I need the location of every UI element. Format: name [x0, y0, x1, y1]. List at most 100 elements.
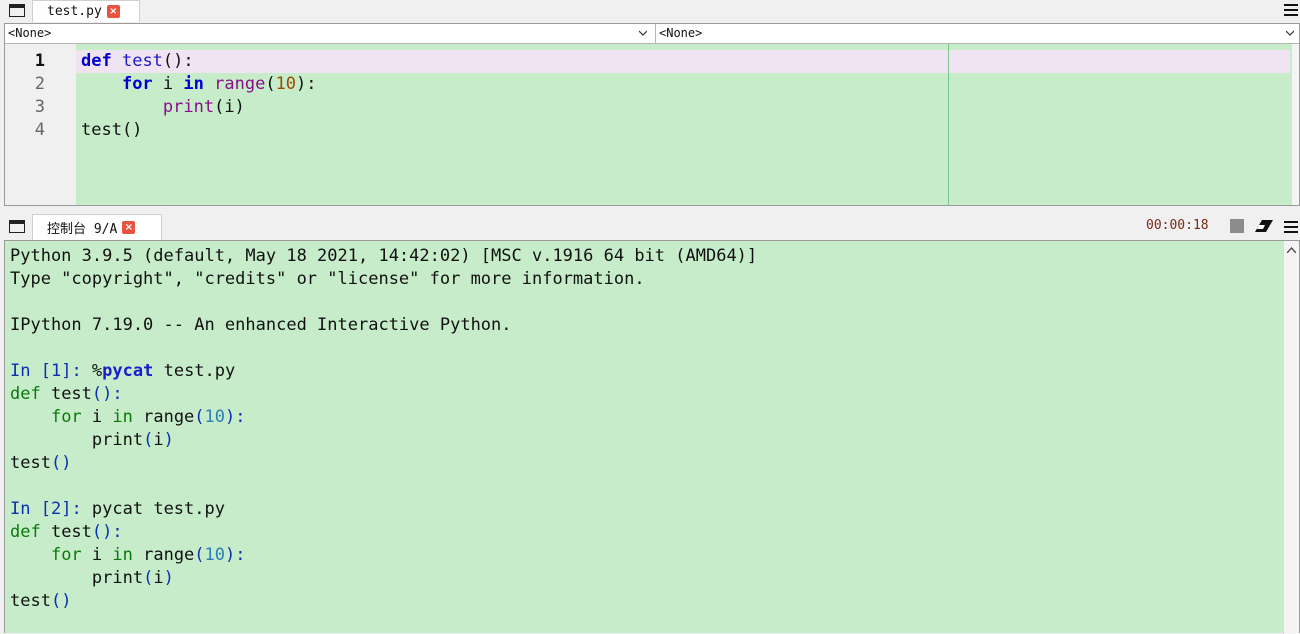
code-token: in	[112, 407, 133, 427]
code-token: test	[40, 522, 92, 542]
code-token: 10	[204, 407, 226, 427]
code-token: def	[10, 522, 41, 542]
code-line: def test():	[81, 50, 194, 73]
code-token: in	[112, 545, 133, 565]
code-token: print	[10, 430, 144, 450]
line-number: 3	[34, 97, 45, 117]
edge-line-marker	[948, 44, 949, 205]
code-token: 2	[50, 499, 62, 519]
code-line: test()	[81, 119, 142, 142]
console-line: IPython 7.19.0 -- An enhanced Interactiv…	[10, 314, 512, 337]
close-icon[interactable]: ×	[106, 5, 120, 18]
pane-toggle-icon[interactable]	[9, 220, 25, 233]
hamburger-menu-icon[interactable]	[1284, 4, 1298, 16]
line-number: 2	[34, 74, 45, 94]
console-line: test()	[10, 452, 71, 475]
code-token: (	[143, 568, 154, 588]
code-token: (	[194, 407, 205, 427]
code-token: i	[152, 74, 184, 94]
code-token: %	[91, 361, 103, 381]
pane-toggle-icon[interactable]	[9, 4, 25, 17]
class-combo-value: <None>	[8, 26, 52, 40]
code-token: print	[10, 568, 144, 588]
console-line: def test():	[10, 521, 123, 544]
code-token: def	[81, 51, 112, 71]
elapsed-time: 00:00:18	[1146, 218, 1209, 233]
code-token: (	[143, 430, 154, 450]
code-token: (i)	[214, 97, 245, 117]
code-token: ():	[91, 522, 123, 542]
code-token: Type "copyright", "credits" or "license"…	[10, 269, 645, 289]
console-line: Type "copyright", "credits" or "license"…	[10, 268, 645, 291]
code-token: test	[10, 453, 51, 473]
chevron-down-icon	[1286, 30, 1294, 36]
code-token: range	[132, 545, 195, 565]
editor-tab-bar: test.py ×	[0, 0, 1300, 22]
code-token: test	[10, 591, 51, 611]
code-token: ):	[225, 545, 246, 565]
console-tab-bar: 控制台 9/A ×	[0, 212, 1300, 240]
code-token: In [	[10, 499, 51, 519]
line-number: 4	[34, 120, 45, 140]
code-token: test	[121, 51, 163, 71]
code-token: test	[40, 384, 92, 404]
code-token: for	[50, 545, 82, 565]
chevron-up-icon[interactable]	[1287, 247, 1296, 253]
console-line: print(i)	[10, 567, 174, 590]
code-token: range	[132, 407, 195, 427]
code-token: pycat test.py	[91, 499, 225, 519]
code-token: In [	[10, 361, 51, 381]
tab-label: test.py	[47, 4, 102, 19]
console-line: print(i)	[10, 429, 174, 452]
code-line: print(i)	[81, 96, 245, 119]
code-token: for	[50, 407, 82, 427]
tab-console[interactable]: 控制台 9/A ×	[32, 214, 162, 240]
line-number: 1	[34, 51, 45, 71]
eraser-icon[interactable]	[1254, 219, 1274, 233]
code-token: 10	[275, 74, 297, 94]
navigation-combo-row: <None> <None>	[5, 24, 1299, 44]
code-editor[interactable]: <None> <None> 1234 def test(): for i in …	[4, 23, 1300, 206]
code-token: i	[153, 568, 164, 588]
console-line: test()	[10, 590, 71, 613]
chevron-down-icon	[639, 30, 647, 36]
code-token: ():	[91, 384, 123, 404]
method-combo-value: <None>	[659, 26, 703, 40]
code-token: print	[162, 97, 215, 117]
code-token: IPython 7.19.0 -- An enhanced Interactiv…	[10, 315, 512, 335]
code-token: ]:	[61, 361, 92, 381]
code-token: ):	[296, 74, 317, 94]
code-token: i	[153, 430, 164, 450]
method-combo[interactable]: <None>	[656, 24, 1299, 43]
code-line: for i in range(10):	[81, 73, 317, 96]
code-token: ]:	[61, 499, 92, 519]
code-token: (	[265, 74, 276, 94]
code-token: ()	[50, 453, 72, 473]
current-line-highlight	[76, 50, 1290, 73]
code-token: (	[194, 545, 205, 565]
console-line: In [2]: pycat test.py	[10, 498, 225, 521]
code-token: i	[81, 545, 113, 565]
console-scrollbar[interactable]	[1283, 241, 1299, 634]
code-token: test.py	[153, 361, 236, 381]
code-token: )	[163, 430, 174, 450]
editor-scrollbar[interactable]	[1292, 44, 1299, 205]
tab-label: 控制台 9/A	[47, 222, 118, 237]
code-token: i	[81, 407, 113, 427]
class-combo[interactable]: <None>	[5, 24, 656, 43]
hamburger-menu-icon[interactable]	[1284, 221, 1298, 233]
stop-icon[interactable]	[1230, 219, 1244, 233]
code-token: ():	[162, 51, 194, 71]
code-token: test()	[81, 120, 143, 140]
code-token: ):	[225, 407, 246, 427]
ipython-console[interactable]: Python 3.9.5 (default, May 18 2021, 14:4…	[4, 240, 1300, 634]
console-line: for i in range(10):	[10, 406, 246, 429]
close-icon[interactable]: ×	[122, 221, 136, 234]
tab-test-py[interactable]: test.py ×	[32, 0, 140, 22]
code-token: def	[10, 384, 41, 404]
